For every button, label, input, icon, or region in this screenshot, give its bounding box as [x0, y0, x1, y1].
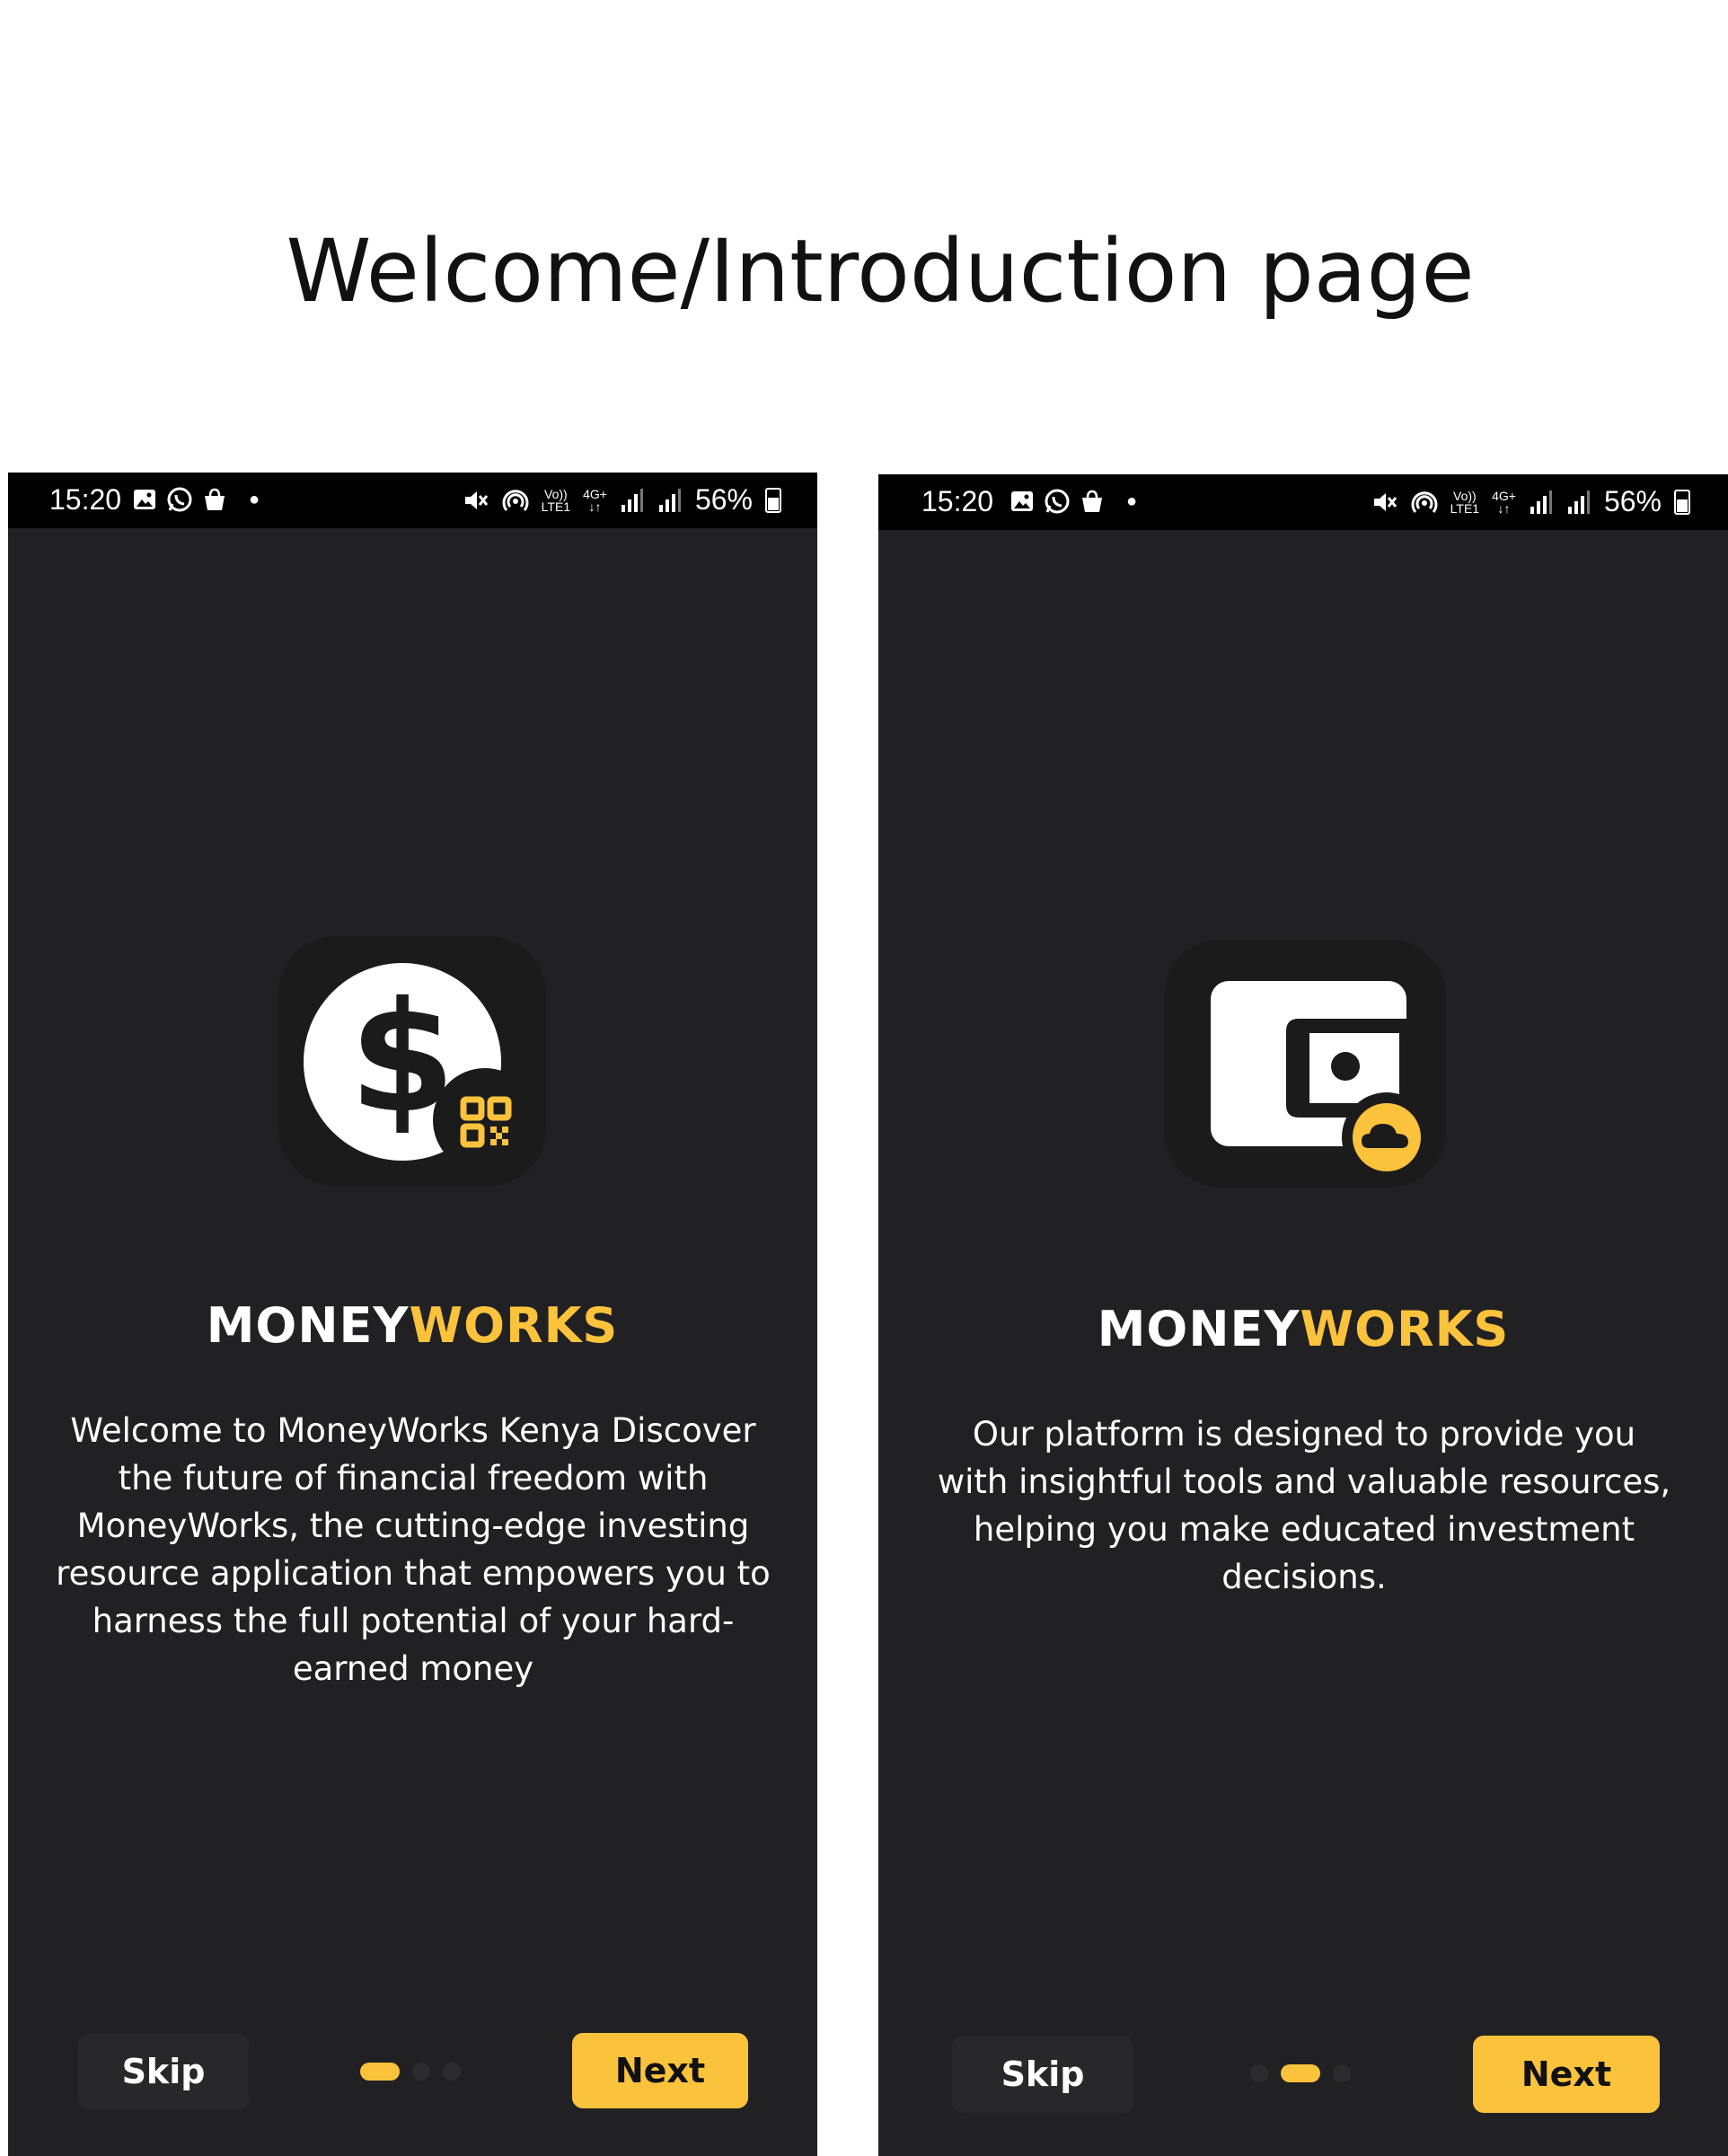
page-dot-2[interactable] — [1281, 2064, 1320, 2082]
page-title: Welcome/Introduction page — [286, 221, 1475, 322]
brand-part-works: WORKS — [409, 1297, 619, 1354]
battery-icon — [1674, 489, 1690, 515]
battery-percent: 56% — [1603, 485, 1662, 517]
page-indicator — [1250, 2064, 1351, 2082]
intro-description: Welcome to MoneyWorks Kenya Discover the… — [56, 1411, 771, 1688]
wallet-cloud-icon — [1164, 940, 1446, 1188]
brand-logo: MONEYWORKS — [878, 1301, 1728, 1357]
intro-description: Our platform is designed to provide you … — [937, 1415, 1671, 1596]
battery-icon — [765, 487, 781, 513]
page-dot-3[interactable] — [443, 2063, 461, 2081]
skip-button[interactable]: Skip — [952, 2036, 1133, 2113]
brand-part-works: WORKS — [1300, 1301, 1510, 1357]
page-indicator — [360, 2063, 461, 2081]
notification-dot-icon: ● — [249, 490, 260, 509]
mute-icon — [1373, 492, 1397, 511]
page-dot-1[interactable] — [1250, 2064, 1268, 2082]
mute-icon — [464, 490, 488, 509]
skip-button[interactable]: Skip — [78, 2034, 249, 2109]
onboarding-screen-1: 15:20 ● Vo)) LTE1 4G+ ↓↑ 56% $ MONEYWORK… — [8, 473, 817, 2156]
page-dot-1[interactable] — [360, 2063, 400, 2081]
gallery-icon — [1011, 491, 1033, 511]
network-type-label: 4G+ — [1492, 488, 1516, 503]
status-bar: 15:20 ● Vo)) LTE1 4G+ ↓↑ 56% — [8, 473, 817, 528]
network-type-label: 4G+ — [583, 486, 607, 501]
hotspot-icon — [1411, 490, 1438, 513]
lte-label: LTE1 — [1450, 500, 1480, 516]
whatsapp-icon — [1045, 489, 1070, 514]
brand-part-money: MONEY — [1097, 1301, 1300, 1357]
gallery-icon — [134, 490, 155, 509]
shopping-bag-icon — [205, 488, 225, 510]
status-time: 15:20 — [921, 485, 994, 517]
signal-icon — [1530, 490, 1552, 514]
page-dot-3[interactable] — [1333, 2064, 1351, 2082]
shopping-bag-icon — [1082, 490, 1102, 512]
page-dot-2[interactable] — [412, 2063, 430, 2081]
brand-logo: MONEYWORKS — [8, 1297, 816, 1354]
lte-label: LTE1 — [541, 499, 571, 514]
status-bar: 15:20 ● Vo)) LTE1 4G+ ↓↑ 56% — [878, 474, 1728, 530]
signal-icon — [658, 488, 681, 512]
notification-dot-icon: ● — [1126, 491, 1138, 511]
brand-part-money: MONEY — [206, 1297, 410, 1354]
whatsapp-icon — [167, 487, 192, 512]
battery-percent: 56% — [694, 483, 753, 516]
hotspot-icon — [502, 489, 529, 511]
next-button[interactable]: Next — [572, 2033, 748, 2108]
onboarding-screen-2: 15:20 ● Vo)) LTE1 4G+ ↓↑ 56% MONEYWORKS … — [878, 474, 1728, 2156]
signal-icon — [621, 488, 643, 512]
signal-icon — [1567, 490, 1590, 514]
dollar-qr-icon: $ — [278, 936, 546, 1186]
next-button[interactable]: Next — [1473, 2036, 1660, 2113]
status-time: 15:20 — [49, 483, 122, 516]
